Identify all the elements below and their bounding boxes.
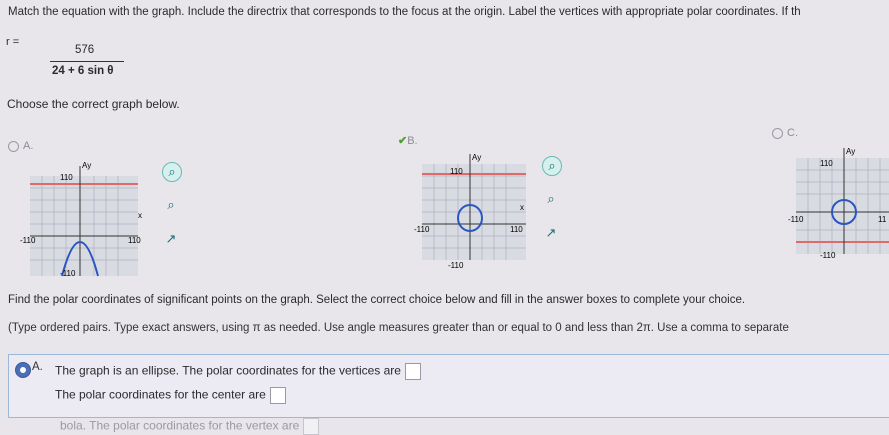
zoom-in-icon[interactable]: ⌕ [542,156,562,176]
answer-choice-a[interactable]: A. The graph is an ellipse. The polar co… [8,354,889,418]
option-b-tick-neg: -110 [414,225,430,234]
zoom-out-icon[interactable]: ⌕ [542,190,560,208]
vertices-prompt: The graph is an ellipse. The polar coord… [55,363,401,378]
graph-option-b: Ay x 110 110 -110 -110 [414,153,526,270]
option-b-tick-bot: -110 [448,261,464,270]
option-c-tick-bot: -110 [820,251,836,260]
answer-line-center: The polar coordinates for the center are [55,387,286,404]
vertices-input[interactable] [404,363,421,380]
option-c-tick-neg: -110 [788,215,804,224]
graph-option-c: Ay 110 11 -110 -110 [788,147,889,260]
equation-lhs: r = [6,36,20,48]
vertex-input[interactable] [303,418,320,435]
choose-prompt: Choose the correct graph below. [7,97,180,111]
option-c[interactable]: C. [772,127,798,139]
vertex-prompt: bola. The polar coordinates for the vert… [60,418,300,433]
answer-format-tip: (Type ordered pairs. Type exact answers,… [8,322,789,334]
find-instruction: Find the polar coordinates of significan… [8,294,746,306]
answer-line-vertices: The graph is an ellipse. The polar coord… [55,363,421,380]
option-a[interactable]: A. [8,140,33,152]
answer-a-label: A. [32,361,43,373]
checkmark-icon: ✔ [398,135,408,147]
option-a-tick-neg: -110 [20,236,36,245]
option-c-tick-pos: 11 [878,215,887,224]
option-b-label: B. [407,135,418,147]
zoom-out-icon[interactable]: ⌕ [162,196,180,214]
option-c-tick-top: 110 [820,159,833,168]
option-a-xlabel: x [138,211,142,220]
option-b-tick-pos: 110 [510,225,523,234]
question-instruction: Match the equation with the graph. Inclu… [8,6,801,18]
fraction-bar [50,61,124,62]
answer-choice-b-partial: bola. The polar coordinates for the vert… [60,418,320,435]
open-external-icon[interactable]: ↗ [542,224,560,242]
option-a-ylabel: Ay [82,161,91,170]
option-b-xlabel: x [520,203,524,212]
equation-numerator: 576 [75,44,95,56]
answer-a-radio[interactable] [15,362,31,378]
option-a-tick-bot: -110 [60,269,76,278]
equation-denominator: 24 + 6 sin θ [52,65,114,77]
graph-option-a: Ay x 110 110 -110 -110 [20,161,142,278]
center-input[interactable] [269,387,286,404]
zoom-in-icon[interactable]: ⌕ [162,162,182,182]
option-a-tick-pos: 110 [128,236,141,245]
option-a-tick-top: 110 [60,173,73,182]
option-c-ylabel: Ay [846,147,855,156]
option-c-label: C. [787,127,798,139]
option-a-label: A. [23,140,34,152]
option-a-radio[interactable] [8,140,19,152]
option-b[interactable]: ✔B. [398,134,418,147]
option-b-tick-top: 110 [450,167,463,176]
option-b-ylabel: Ay [472,153,481,162]
center-prompt: The polar coordinates for the center are [55,387,266,402]
open-external-icon[interactable]: ↗ [162,230,180,248]
option-c-radio[interactable] [772,127,783,139]
